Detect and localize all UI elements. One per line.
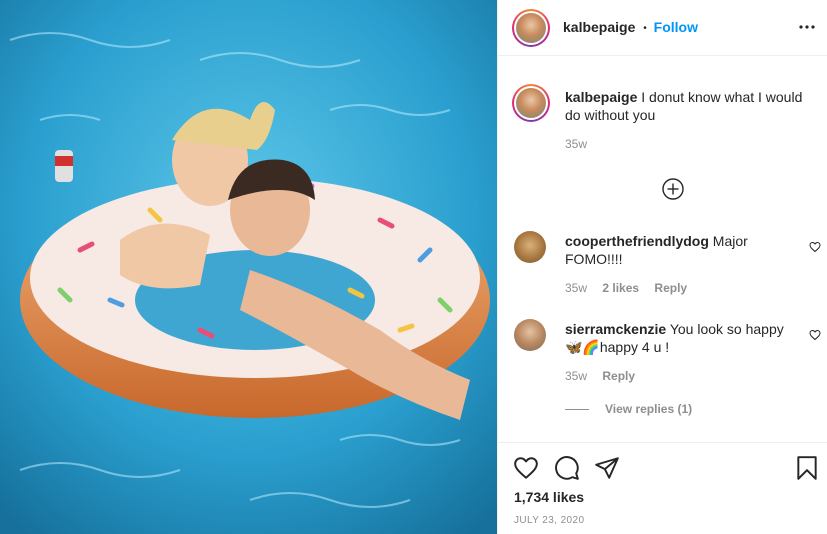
heart-icon[interactable] [809,241,821,253]
comment-item: sierramckenzie You look so happy 🦋🌈happy… [565,320,800,356]
avatar [516,13,546,43]
comment-username[interactable]: sierramckenzie [565,321,666,337]
comment-likes[interactable]: 2 likes [602,281,639,295]
reply-button[interactable]: Reply [602,369,635,383]
comment-avatar[interactable] [514,319,546,351]
view-replies-label: View replies (1) [605,402,693,416]
header-username[interactable]: kalbepaige [563,19,635,35]
replies-divider [565,409,589,411]
heart-icon[interactable] [513,455,539,481]
post-sidebar: kalbepaige • Follow kalbepaige I donut k… [497,0,827,534]
bookmark-icon[interactable] [794,455,820,481]
post-date[interactable]: JULY 23, 2020 [514,515,584,526]
view-replies-button[interactable]: View replies (1) [565,402,692,416]
comment-username[interactable]: cooperthefriendlydog [565,233,709,249]
caption-avatar[interactable] [512,84,550,122]
post-header: kalbepaige • Follow [498,0,827,56]
caption: kalbepaige I donut know what I would do … [565,88,820,124]
comment-icon[interactable] [554,455,580,481]
comment-time[interactable]: 35w [565,369,587,383]
likes-count[interactable]: 1,734 likes [514,489,584,505]
share-icon[interactable] [594,455,620,481]
comment-meta: 35w 2 likes Reply [565,281,687,295]
post-actions: 1,734 likes JULY 23, 2020 [498,442,827,534]
post-photo[interactable] [0,0,497,534]
heart-icon[interactable] [809,329,821,341]
follow-button[interactable]: Follow [654,19,698,35]
pool-donut-float-illustration [0,0,497,534]
more-options-icon[interactable] [798,18,816,36]
follow-separator: • [643,22,647,34]
comment-meta: 35w Reply [565,369,635,383]
comment-avatar[interactable] [514,231,546,263]
story-ring[interactable] [512,9,550,47]
caption-username[interactable]: kalbepaige [565,89,637,105]
caption-time[interactable]: 35w [565,137,587,151]
reply-button[interactable]: Reply [654,281,687,295]
comment-item: cooperthefriendlydog Major FOMO!!!! [565,232,800,268]
plus-circle-icon[interactable] [662,178,684,200]
comment-time[interactable]: 35w [565,281,587,295]
avatar [516,88,546,118]
